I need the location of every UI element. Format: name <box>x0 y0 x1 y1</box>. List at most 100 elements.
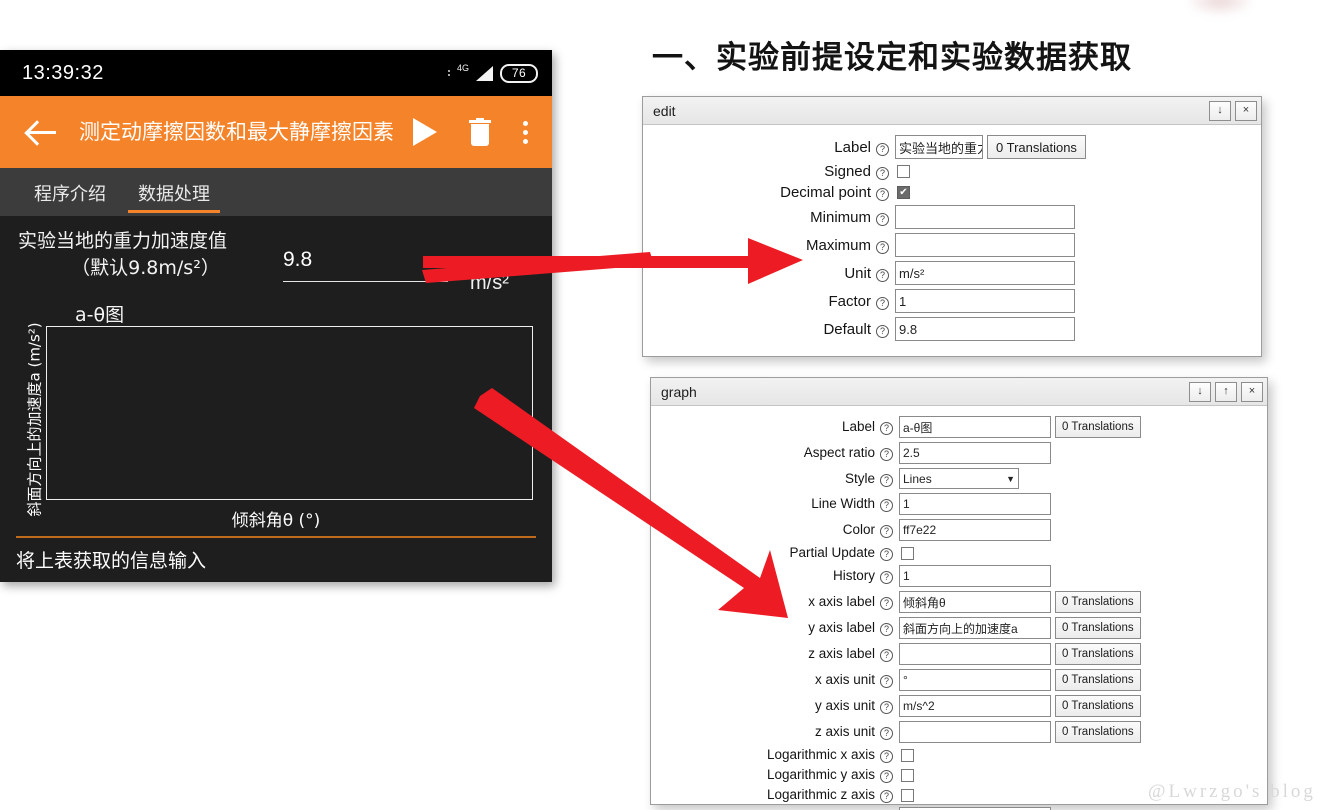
field-row-label: Label?实验当地的重力加速度值（默0 Translations <box>643 135 1261 159</box>
phone-app-bar: 测定动摩擦因数和最大静摩擦因素 <box>0 96 552 168</box>
help-icon[interactable]: ? <box>880 525 893 538</box>
help-icon[interactable]: ? <box>876 167 889 180</box>
help-icon[interactable]: ? <box>880 701 893 714</box>
help-icon[interactable]: ? <box>880 790 893 803</box>
help-icon[interactable]: ? <box>876 188 889 201</box>
field-label-decimal-point: Decimal point? <box>643 184 895 201</box>
input-aspect-ratio[interactable]: 2.5 <box>899 442 1051 464</box>
input-default[interactable]: 9.8 <box>895 317 1075 341</box>
help-icon[interactable]: ? <box>876 240 889 254</box>
help-icon[interactable]: ? <box>880 727 893 740</box>
input-y-axis-unit[interactable]: m/s^2 <box>899 695 1051 717</box>
checkbox-partial-update[interactable] <box>901 546 914 560</box>
close-button[interactable]: × <box>1241 381 1263 402</box>
gravity-label-line2: （默认9.8m/s²） <box>71 257 220 279</box>
edit-panel-title-buttons: ↓ × <box>1209 100 1257 121</box>
arrow-to-graph-panel <box>474 388 788 618</box>
help-icon[interactable]: ? <box>876 142 889 156</box>
input-maximum[interactable] <box>895 233 1075 257</box>
help-icon[interactable]: ? <box>880 448 893 461</box>
help-icon[interactable]: ? <box>880 623 893 636</box>
field-label-minimum: Minimum? <box>643 209 895 226</box>
translations-button-y-axis-label[interactable]: 0 Translations <box>1055 617 1141 639</box>
move-down-button[interactable]: ↓ <box>1209 100 1231 121</box>
field-row-signed: Signed? <box>643 163 1261 180</box>
translations-button-y-axis-unit[interactable]: 0 Translations <box>1055 695 1141 717</box>
network-type-label: 4G <box>456 62 469 73</box>
footer-hint-text: 将上表获取的信息输入 <box>16 550 207 572</box>
help-icon[interactable]: ? <box>876 268 889 282</box>
app-bar-title: 测定动摩擦因数和最大静摩擦因素 <box>79 120 394 144</box>
input-y-axis-label[interactable]: 斜面方向上的加速度a <box>899 617 1051 639</box>
help-icon[interactable]: ? <box>876 324 889 338</box>
help-icon[interactable]: ? <box>880 597 893 610</box>
input-label[interactable]: 实验当地的重力加速度值（默 <box>895 135 983 159</box>
help-icon[interactable]: ? <box>876 212 889 226</box>
input-line-width[interactable]: 1 <box>899 493 1051 515</box>
input-history[interactable]: 1 <box>899 565 1051 587</box>
input-z-axis-unit[interactable] <box>899 721 1051 743</box>
input-x-axis-label[interactable]: 倾斜角θ <box>899 591 1051 613</box>
trash-icon[interactable] <box>469 118 491 146</box>
phone-tab-bar: 程序介绍 数据处理 <box>0 168 552 216</box>
translations-button-x-axis-label[interactable]: 0 Translations <box>1055 591 1141 613</box>
screenshot-root: 一、实验前提设定和实验数据获取 13:39:32 4G 76 测定动摩擦因数和最… <box>0 0 1330 810</box>
status-indicators: 4G 76 <box>447 62 538 83</box>
help-icon[interactable]: ? <box>880 770 893 783</box>
field-row-logarithmic-x-axis: Logarithmic x axis? <box>651 747 1267 763</box>
close-button[interactable]: × <box>1235 100 1257 121</box>
app-bar-actions <box>413 118 534 146</box>
tab-program-intro[interactable]: 程序介绍 <box>18 180 122 216</box>
help-icon[interactable]: ? <box>880 473 893 487</box>
field-label-z-axis-unit: z axis unit? <box>651 724 899 740</box>
input-minimum[interactable] <box>895 205 1075 229</box>
help-icon[interactable]: ? <box>880 548 893 561</box>
field-label-signed: Signed? <box>643 163 895 180</box>
move-up-button[interactable]: ↑ <box>1215 381 1237 402</box>
watermark: @Lwrzgo's blog <box>1148 781 1316 802</box>
help-icon[interactable]: ? <box>880 422 893 435</box>
help-icon[interactable]: ? <box>880 750 893 763</box>
field-label-logarithmic-y-axis: Logarithmic y axis? <box>651 767 899 783</box>
translations-button-z-axis-label[interactable]: 0 Translations <box>1055 643 1141 665</box>
help-icon[interactable]: ? <box>880 571 893 584</box>
input-factor[interactable]: 1 <box>895 289 1075 313</box>
graph-panel-title-buttons: ↓ ↑ × <box>1189 381 1263 402</box>
translations-button-x-axis-unit[interactable]: 0 Translations <box>1055 669 1141 691</box>
field-label-default: Default? <box>643 321 895 338</box>
phone-status-bar: 13:39:32 4G 76 <box>0 50 552 96</box>
play-icon[interactable] <box>413 118 437 146</box>
field-label-z-axis-label: z axis label? <box>651 646 899 662</box>
select-style[interactable]: Lines ▼ <box>899 468 1019 489</box>
translations-button-label[interactable]: 0 Translations <box>987 135 1086 159</box>
input-unit[interactable]: m/s² <box>895 261 1075 285</box>
checkbox-signed[interactable] <box>897 165 910 178</box>
chart-plot-area[interactable] <box>46 326 533 500</box>
checkbox-logarithmic-x-axis[interactable] <box>901 748 914 762</box>
checkbox-logarithmic-y-axis[interactable] <box>901 768 914 782</box>
field-label-y-axis-unit: y axis unit? <box>651 698 899 714</box>
signal-strength-icon <box>476 65 493 81</box>
tab-data-processing[interactable]: 数据处理 <box>122 180 226 216</box>
gravity-label-line1: 实验当地的重力加速度值 <box>18 230 228 252</box>
input-z-axis-label[interactable] <box>899 643 1051 665</box>
overflow-menu-icon[interactable] <box>523 120 528 144</box>
chart-y-axis-label: 斜面方向上的加速度a (m/s²) <box>25 322 44 517</box>
checkbox-logarithmic-z-axis[interactable] <box>901 788 914 802</box>
input-x-axis-unit[interactable]: ° <box>899 669 1051 691</box>
translations-button-z-axis-unit[interactable]: 0 Translations <box>1055 721 1141 743</box>
decorative-blur <box>1185 0 1255 16</box>
back-arrow-icon[interactable] <box>26 115 60 149</box>
help-icon[interactable]: ? <box>880 675 893 688</box>
help-icon[interactable]: ? <box>876 296 889 310</box>
help-icon[interactable]: ? <box>880 499 893 512</box>
edit-panel-title: edit <box>653 102 676 119</box>
input-color[interactable]: ff7e22 <box>899 519 1051 541</box>
help-icon[interactable]: ? <box>880 649 893 662</box>
checkbox-decimal-point[interactable]: ✔ <box>897 186 910 199</box>
edit-panel-titlebar: edit ↓ × <box>643 97 1261 125</box>
arrow-over-unit-field <box>422 252 654 283</box>
move-down-button[interactable]: ↓ <box>1189 381 1211 402</box>
translations-button-label[interactable]: 0 Translations <box>1055 416 1141 438</box>
input-label[interactable]: a-θ图 <box>899 416 1051 438</box>
